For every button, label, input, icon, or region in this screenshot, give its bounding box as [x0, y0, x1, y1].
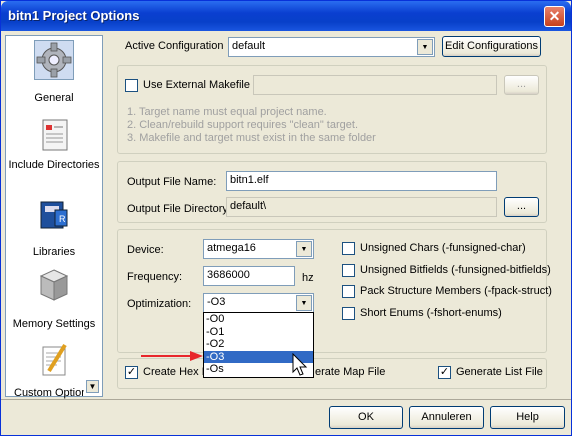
sidebar-item-label: Custom Options [14, 387, 84, 399]
svg-text:R: R [59, 214, 66, 224]
optimization-label: Optimization: [127, 298, 192, 310]
optimization-option[interactable]: -O1 [204, 326, 313, 339]
frequency-unit: hz [302, 272, 314, 284]
sidebar-item-general[interactable]: General [6, 40, 102, 104]
output-file-directory-input[interactable]: default\ [226, 197, 497, 217]
pack-structure-members-label: Pack Structure Members (-fpack-struct) [360, 285, 552, 297]
include-directories-icon [34, 116, 74, 156]
custom-options-icon [34, 341, 74, 381]
generate-list-file-label: Generate List File [456, 366, 543, 378]
makefile-note: 2. Clean/rebuild support requires "clean… [127, 119, 358, 131]
red-arrow-icon [141, 351, 203, 361]
output-file-directory-label: Output File Directory: [127, 203, 231, 215]
unsigned-chars-checkbox[interactable] [342, 242, 355, 255]
unsigned-bitfields-checkbox[interactable] [342, 264, 355, 277]
device-label: Device: [127, 244, 164, 256]
output-file-name-input[interactable]: bitn1.elf [226, 171, 497, 191]
generate-list-file-checkbox[interactable]: ✓ [438, 366, 451, 379]
optimization-option[interactable]: -O2 [204, 338, 313, 351]
window-title: bitn1 Project Options [8, 8, 140, 23]
use-external-makefile-label: Use External Makefile [143, 79, 250, 91]
options-sidebar: General Include Directories R Libraries … [5, 35, 103, 399]
optimization-option[interactable]: -O0 [204, 313, 313, 326]
close-button[interactable]: ✕ [544, 6, 565, 27]
chevron-down-icon[interactable]: ▼ [296, 295, 312, 311]
sidebar-item-memory-settings[interactable]: Memory Settings [6, 266, 102, 330]
create-hex-file-label: Create Hex F [143, 366, 209, 378]
cancel-button[interactable]: Annuleren [409, 406, 484, 429]
chevron-down-icon: ▼ [88, 382, 97, 391]
sidebar-item-label: Include Directories [8, 159, 100, 171]
short-enums-label: Short Enums (-fshort-enums) [360, 307, 502, 319]
check-icon: ✓ [126, 366, 137, 378]
check-icon: ✓ [439, 366, 450, 378]
makefile-note: 3. Makefile and target must exist in the… [127, 132, 376, 144]
makefile-browse-button[interactable]: ... [504, 75, 539, 95]
frequency-label: Frequency: [127, 271, 183, 283]
sidebar-item-label: Memory Settings [12, 318, 96, 330]
output-file-directory-value: default\ [230, 200, 267, 212]
output-directory-browse-button[interactable]: ... [504, 197, 539, 217]
makefile-note: 1. Target name must equal project name. [127, 106, 327, 118]
help-button[interactable]: Help [490, 406, 565, 429]
output-file-name-label: Output File Name: [127, 176, 217, 188]
active-configuration-value: default [232, 40, 266, 52]
project-options-window: bitn1 Project Options ✕ General Include … [0, 0, 572, 436]
frequency-input[interactable]: 3686000 [203, 266, 295, 286]
edit-configurations-button[interactable]: Edit Configurations [442, 36, 541, 57]
device-select[interactable]: atmega16 ▼ [203, 239, 314, 259]
makefile-path-input[interactable] [253, 75, 497, 95]
chevron-down-icon[interactable]: ▼ [296, 241, 312, 257]
sidebar-item-label: Libraries [32, 246, 76, 258]
short-enums-checkbox[interactable] [342, 307, 355, 320]
button-bar-separator [1, 399, 571, 400]
optimization-value: -O3 [207, 296, 226, 308]
title-bar[interactable]: bitn1 Project Options ✕ [1, 1, 571, 31]
mouse-cursor-icon [292, 353, 308, 376]
sidebar-scroll-down-button[interactable]: ▼ [86, 380, 99, 393]
sidebar-item-libraries[interactable]: R Libraries [6, 196, 102, 258]
gear-icon [34, 40, 74, 80]
output-file-name-value: bitn1.elf [230, 174, 269, 186]
ok-button[interactable]: OK [329, 406, 403, 429]
generate-map-file-label: erate Map File [315, 366, 386, 378]
pack-structure-members-checkbox[interactable] [342, 285, 355, 298]
optimization-select[interactable]: -O3 ▼ [203, 293, 314, 313]
libraries-icon: R [34, 196, 74, 236]
unsigned-bitfields-label: Unsigned Bitfields (-funsigned-bitfields… [360, 264, 551, 276]
memory-settings-icon [34, 266, 74, 306]
sidebar-item-include-directories[interactable]: Include Directories [6, 116, 102, 172]
sidebar-item-label: General [34, 92, 74, 104]
chevron-down-icon[interactable]: ▼ [417, 39, 433, 55]
frequency-value: 3686000 [207, 269, 250, 281]
create-hex-file-checkbox[interactable]: ✓ [125, 366, 138, 379]
use-external-makefile-checkbox[interactable] [125, 79, 138, 92]
active-configuration-label: Active Configuration [125, 40, 224, 52]
close-icon: ✕ [548, 8, 561, 24]
device-value: atmega16 [207, 242, 256, 254]
active-configuration-select[interactable]: default ▼ [228, 37, 435, 57]
unsigned-chars-label: Unsigned Chars (-funsigned-char) [360, 242, 526, 254]
